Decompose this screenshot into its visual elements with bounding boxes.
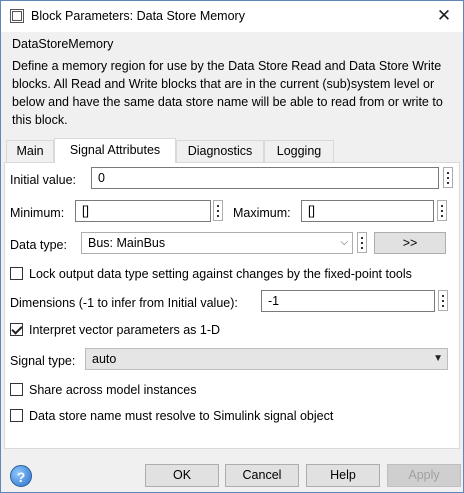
resolve-signal-object-label: Data store name must resolve to Simulink… [29, 409, 334, 423]
ok-button[interactable]: OK [145, 464, 219, 487]
resolve-signal-object-checkbox[interactable] [10, 409, 23, 422]
initial-value-field[interactable]: 0 [91, 167, 439, 189]
dimensions-field[interactable]: -1 [261, 290, 435, 312]
block-description: Define a memory region for use by the Da… [12, 59, 443, 127]
tab-main[interactable]: Main [6, 140, 54, 162]
window-title: Block Parameters: Data Store Memory [31, 9, 245, 23]
tab-diagnostics[interactable]: Diagnostics [176, 140, 264, 162]
chevron-down-icon: ⌵ [340, 237, 348, 248]
tab-logging[interactable]: Logging [264, 140, 334, 162]
data-type-select[interactable]: Bus: MainBus ⌵ [81, 232, 353, 254]
dialog-window: Block Parameters: Data Store Memory ✕ Da… [0, 0, 464, 493]
initial-value-label: Initial value: [10, 173, 77, 187]
lock-data-type-label: Lock output data type setting against ch… [29, 267, 412, 281]
maximum-menu-icon[interactable] [437, 200, 447, 221]
title-bar: Block Parameters: Data Store Memory ✕ [1, 1, 463, 32]
data-type-menu-icon[interactable] [357, 232, 367, 253]
minimum-label: Minimum: [10, 206, 65, 220]
signal-type-select[interactable]: auto ▼ [85, 348, 448, 370]
interpret-vector-checkbox[interactable] [10, 323, 23, 336]
dimensions-menu-icon[interactable] [438, 290, 448, 311]
dimensions-label: Dimensions (-1 to infer from Initial val… [10, 296, 238, 310]
minimum-field[interactable]: [] [75, 200, 211, 222]
share-instances-checkbox[interactable] [10, 383, 23, 396]
tab-signal-attributes[interactable]: Signal Attributes [54, 138, 176, 163]
interpret-vector-label: Interpret vector parameters as 1-D [29, 323, 221, 337]
maximum-label: Maximum: [233, 206, 291, 220]
chevron-down-icon: ▼ [433, 353, 443, 364]
initial-value-menu-icon[interactable] [443, 167, 453, 188]
cancel-button[interactable]: Cancel [225, 464, 299, 487]
signal-type-value: auto [92, 352, 117, 366]
help-button[interactable]: Help [306, 464, 380, 487]
data-type-label: Data type: [10, 238, 67, 252]
apply-button[interactable]: Apply [387, 464, 461, 487]
block-parameters-icon [10, 9, 24, 23]
minimum-menu-icon[interactable] [213, 200, 223, 221]
close-icon[interactable]: ✕ [431, 6, 457, 26]
signal-type-label: Signal type: [10, 354, 76, 368]
signal-attributes-panel: Initial value: 0 Minimum: [] Maximum: []… [4, 162, 460, 449]
help-icon[interactable]: ? [10, 465, 32, 487]
maximum-field[interactable]: [] [301, 200, 434, 222]
block-description-group: DataStoreMemory Define a memory region f… [6, 32, 459, 128]
data-type-value: Bus: MainBus [88, 236, 166, 250]
lock-data-type-checkbox[interactable] [10, 267, 23, 280]
data-type-assistant-button[interactable]: >> [374, 232, 446, 254]
share-instances-label: Share across model instances [29, 383, 197, 397]
block-type-name: DataStoreMemory [12, 37, 114, 51]
